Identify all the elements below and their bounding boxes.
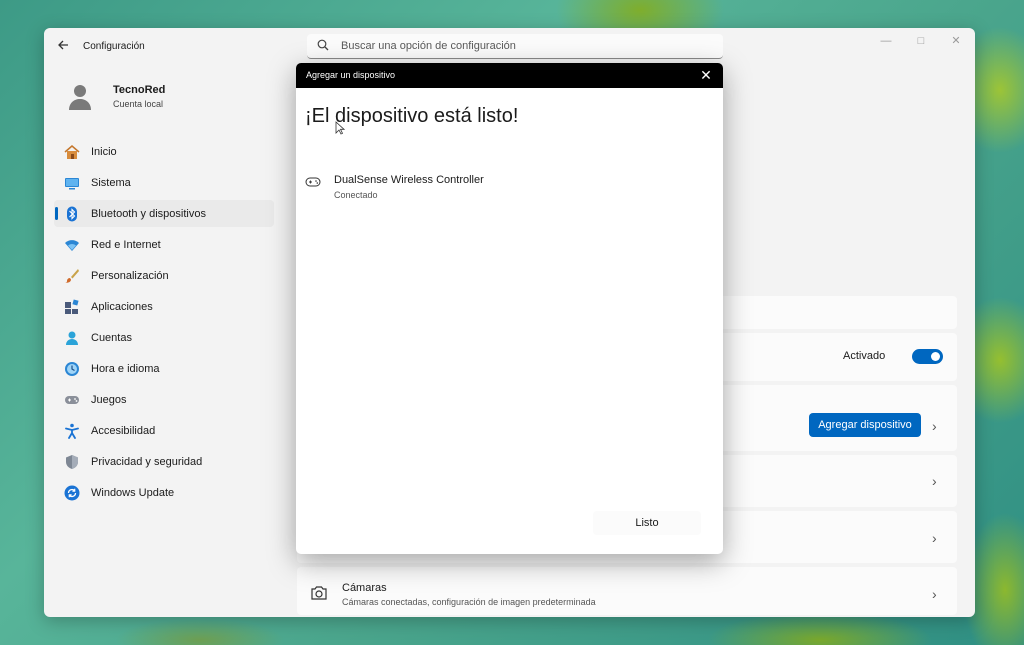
sidebar-item-sistema[interactable]: Sistema — [54, 169, 274, 196]
cameras-description: Cámaras conectadas, configuración de ima… — [342, 597, 596, 607]
dialog-title-bar: Agregar un dispositivo ✕ — [296, 63, 723, 88]
close-window-icon[interactable]: ✕ — [941, 34, 971, 48]
bluetooth-icon — [64, 206, 80, 222]
device-name: DualSense Wireless Controller — [334, 174, 484, 186]
wifi-icon — [64, 237, 80, 253]
cameras-title: Cámaras — [342, 582, 387, 594]
accounts-icon — [64, 330, 80, 346]
update-icon — [64, 485, 80, 501]
sidebar-item-label: Juegos — [91, 394, 127, 406]
sidebar-item-label: Aplicaciones — [91, 301, 153, 313]
sidebar-item-inicio[interactable]: Inicio — [54, 138, 274, 165]
sidebar-item-personalizacion[interactable]: Personalización — [54, 262, 274, 289]
apps-icon — [64, 299, 80, 315]
shield-icon — [64, 454, 80, 470]
maximize-icon[interactable]: □ — [906, 34, 936, 48]
add-device-dialog: Agregar un dispositivo ✕ ¡El dispositivo… — [296, 63, 723, 554]
sidebar-item-cuentas[interactable]: Cuentas — [54, 324, 274, 351]
back-arrow-icon[interactable] — [56, 38, 70, 52]
sidebar-item-accesibilidad[interactable]: Accesibilidad — [54, 417, 274, 444]
sidebar-nav: Inicio Sistema Bluetooth y dispositivos … — [54, 138, 274, 510]
chevron-right-icon[interactable]: › — [932, 419, 937, 433]
sidebar-item-label: Red e Internet — [91, 239, 161, 251]
add-device-button[interactable]: Agregar dispositivo — [809, 413, 921, 437]
sidebar-item-label: Sistema — [91, 177, 131, 189]
sidebar-item-label: Inicio — [91, 146, 117, 158]
sidebar-item-label: Bluetooth y dispositivos — [91, 208, 206, 220]
avatar[interactable] — [64, 80, 96, 112]
sidebar-item-aplicaciones[interactable]: Aplicaciones — [54, 293, 274, 320]
sidebar-item-label: Hora e idioma — [91, 363, 160, 375]
dialog-title: Agregar un dispositivo — [306, 70, 396, 80]
close-icon[interactable]: ✕ — [699, 68, 713, 82]
sidebar-item-bluetooth[interactable]: Bluetooth y dispositivos — [54, 200, 274, 227]
search-box[interactable] — [307, 34, 723, 59]
sidebar-item-juegos[interactable]: Juegos — [54, 386, 274, 413]
brush-icon — [64, 268, 80, 284]
bluetooth-toggle[interactable] — [912, 349, 943, 364]
minimize-icon[interactable]: — — [871, 34, 901, 48]
gamepad-icon — [64, 392, 80, 408]
gamepad-icon — [305, 176, 321, 188]
time-language-icon — [64, 361, 80, 377]
mouse-cursor-icon — [335, 121, 346, 135]
search-icon — [317, 39, 329, 51]
sidebar-item-hora[interactable]: Hora e idioma — [54, 355, 274, 382]
search-input[interactable] — [341, 37, 701, 55]
sidebar-item-label: Personalización — [91, 270, 169, 282]
sidebar-item-label: Accesibilidad — [91, 425, 156, 437]
profile-account-type: Cuenta local — [113, 99, 164, 109]
device-status: Conectado — [334, 190, 378, 200]
system-icon — [64, 175, 80, 191]
cameras-card[interactable] — [297, 567, 957, 615]
done-button[interactable]: Listo — [593, 511, 701, 535]
chevron-right-icon[interactable]: › — [932, 531, 937, 545]
chevron-right-icon[interactable]: › — [932, 587, 937, 601]
sidebar-item-red[interactable]: Red e Internet — [54, 231, 274, 258]
sidebar-item-label: Privacidad y seguridad — [91, 456, 203, 468]
chevron-right-icon[interactable]: › — [932, 474, 937, 488]
sidebar-item-label: Windows Update — [91, 487, 175, 499]
title-bar: Configuración — □ ✕ — [44, 28, 975, 64]
app-title: Configuración — [83, 41, 145, 52]
profile-name: TecnoRed — [113, 84, 166, 96]
sidebar-item-label: Cuentas — [91, 332, 132, 344]
bluetooth-status-label: Activado — [843, 350, 886, 362]
accessibility-icon — [64, 423, 80, 439]
home-icon — [64, 144, 80, 160]
camera-icon — [310, 585, 328, 601]
sidebar-item-windows-update[interactable]: Windows Update — [54, 479, 274, 506]
sidebar-item-privacidad[interactable]: Privacidad y seguridad — [54, 448, 274, 475]
